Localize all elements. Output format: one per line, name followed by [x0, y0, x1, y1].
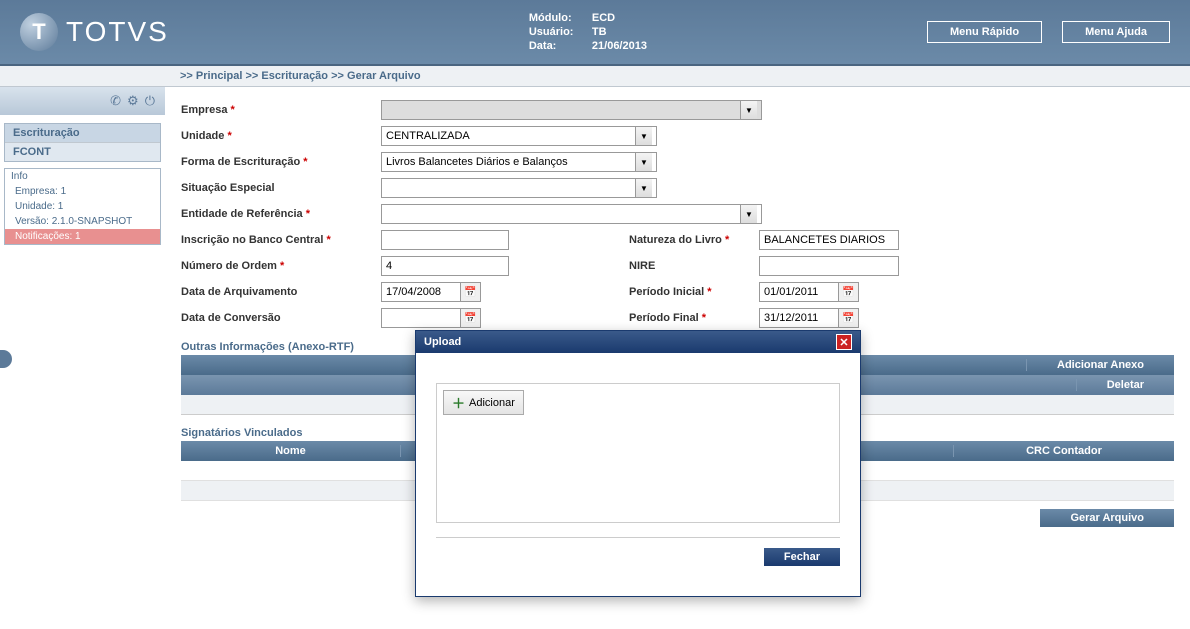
forma-select[interactable]: Livros Balancetes Diários e Balanços▼ [381, 152, 657, 172]
usuario-label: Usuário: [529, 26, 589, 38]
adicionar-anexo-button[interactable]: Adicionar Anexo [1026, 359, 1174, 371]
calendar-icon[interactable]: 📅 [461, 282, 481, 302]
pinicial-date-field[interactable]: 📅 [759, 282, 859, 302]
logo-text: TOTVS [66, 16, 169, 48]
calendar-icon[interactable]: 📅 [461, 308, 481, 328]
pfinal-input[interactable] [759, 308, 839, 328]
modal-body: ＋ Adicionar Fechar [416, 353, 860, 596]
data-value: 21/06/2013 [592, 40, 647, 52]
th-crc: CRC Contador [954, 445, 1174, 457]
gerar-arquivo-button[interactable]: Gerar Arquivo [1040, 509, 1174, 527]
adicionar-button[interactable]: ＋ Adicionar [443, 390, 524, 415]
forma-label: Forma de Escrituração [181, 156, 300, 168]
divider [436, 537, 840, 538]
power-icon[interactable]: ⏻ [145, 93, 155, 109]
breadcrumb-principal[interactable]: Principal [196, 70, 242, 82]
usuario-value: TB [592, 26, 607, 38]
calendar-icon[interactable]: 📅 [839, 282, 859, 302]
sidebar-toolbar: ✆ ⚙ ⏻ [0, 87, 165, 115]
situacao-select[interactable]: ▼ [381, 178, 657, 198]
sidebar-item-fcont[interactable]: FCONT [5, 143, 160, 161]
fechar-button[interactable]: Fechar [764, 548, 840, 566]
empresa-label: Empresa [181, 104, 227, 116]
conversao-input[interactable] [381, 308, 461, 328]
deletar-button[interactable]: Deletar [1076, 379, 1174, 391]
arquiv-input[interactable] [381, 282, 461, 302]
phone-icon[interactable]: ✆ [110, 93, 121, 109]
chevron-down-icon: ▼ [635, 127, 652, 145]
chevron-down-icon: ▼ [635, 179, 652, 197]
chevron-down-icon: ▼ [635, 153, 652, 171]
arquiv-date-field[interactable]: 📅 [381, 282, 481, 302]
info-versao: Versão: 2.1.0-SNAPSHOT [5, 214, 160, 229]
natureza-input[interactable] [759, 230, 899, 250]
breadcrumb-gerar-arquivo[interactable]: Gerar Arquivo [347, 70, 421, 82]
modal-titlebar: Upload ✕ [416, 331, 860, 353]
logo-icon: T [20, 13, 58, 51]
th-nome: Nome [181, 445, 401, 457]
empresa-select[interactable]: ▼ [381, 100, 762, 120]
arquiv-label: Data de Arquivamento [181, 286, 297, 298]
app-header: T TOTVS Módulo: ECD Usuário: TB Data: 21… [0, 0, 1190, 66]
inscricao-label: Inscrição no Banco Central [181, 234, 323, 246]
modulo-label: Módulo: [529, 12, 589, 24]
unidade-select[interactable]: CENTRALIZADA▼ [381, 126, 657, 146]
conversao-date-field[interactable]: 📅 [381, 308, 481, 328]
close-icon[interactable]: ✕ [836, 334, 852, 350]
entidade-label: Entidade de Referência [181, 208, 303, 220]
inscricao-input[interactable] [381, 230, 509, 250]
header-buttons: Menu Rápido Menu Ajuda [927, 21, 1170, 43]
breadcrumb: >> Principal >> Escrituração >> Gerar Ar… [0, 66, 1190, 87]
natureza-label: Natureza do Livro [629, 234, 722, 246]
logo: T TOTVS [20, 13, 169, 51]
entidade-select[interactable]: ▼ [381, 204, 762, 224]
sidebar-item-escrituracao[interactable]: Escrituração [5, 124, 160, 143]
situacao-label: Situação Especial [181, 182, 275, 194]
nire-label: NIRE [629, 260, 655, 272]
menu-rapido-button[interactable]: Menu Rápido [927, 21, 1042, 43]
numero-input[interactable] [381, 256, 509, 276]
unidade-label: Unidade [181, 130, 224, 142]
modulo-value: ECD [592, 12, 615, 24]
calendar-icon[interactable]: 📅 [839, 308, 859, 328]
upload-dropzone: ＋ Adicionar [436, 383, 840, 523]
pfinal-date-field[interactable]: 📅 [759, 308, 859, 328]
gear-icon[interactable]: ⚙ [127, 93, 139, 109]
modal-footer: Fechar [436, 548, 840, 586]
pinicial-input[interactable] [759, 282, 839, 302]
nire-input[interactable] [759, 256, 899, 276]
sidebar-info-panel: Info Empresa: 1 Unidade: 1 Versão: 2.1.0… [4, 168, 161, 245]
conversao-label: Data de Conversão [181, 312, 281, 324]
modal-title-text: Upload [424, 336, 461, 348]
sidebar: ✆ ⚙ ⏻ Escrituração FCONT Info Empresa: 1… [0, 87, 165, 539]
info-empresa: Empresa: 1 [5, 184, 160, 199]
sidebar-menu: Escrituração FCONT [4, 123, 161, 162]
chevron-down-icon: ▼ [740, 205, 757, 223]
menu-ajuda-button[interactable]: Menu Ajuda [1062, 21, 1170, 43]
header-info: Módulo: ECD Usuário: TB Data: 21/06/2013 [529, 10, 647, 54]
chevron-down-icon: ▼ [740, 101, 757, 119]
pinicial-label: Período Inicial [629, 286, 704, 298]
plus-icon: ＋ [452, 393, 465, 412]
info-unidade: Unidade: 1 [5, 199, 160, 214]
data-label: Data: [529, 40, 589, 52]
info-header: Info [5, 169, 160, 184]
breadcrumb-escrituracao[interactable]: Escrituração [261, 70, 328, 82]
upload-modal: Upload ✕ ＋ Adicionar Fechar [415, 330, 861, 597]
info-notificacoes[interactable]: Notificações: 1 [5, 229, 160, 244]
pfinal-label: Período Final [629, 312, 699, 324]
numero-label: Número de Ordem [181, 260, 277, 272]
